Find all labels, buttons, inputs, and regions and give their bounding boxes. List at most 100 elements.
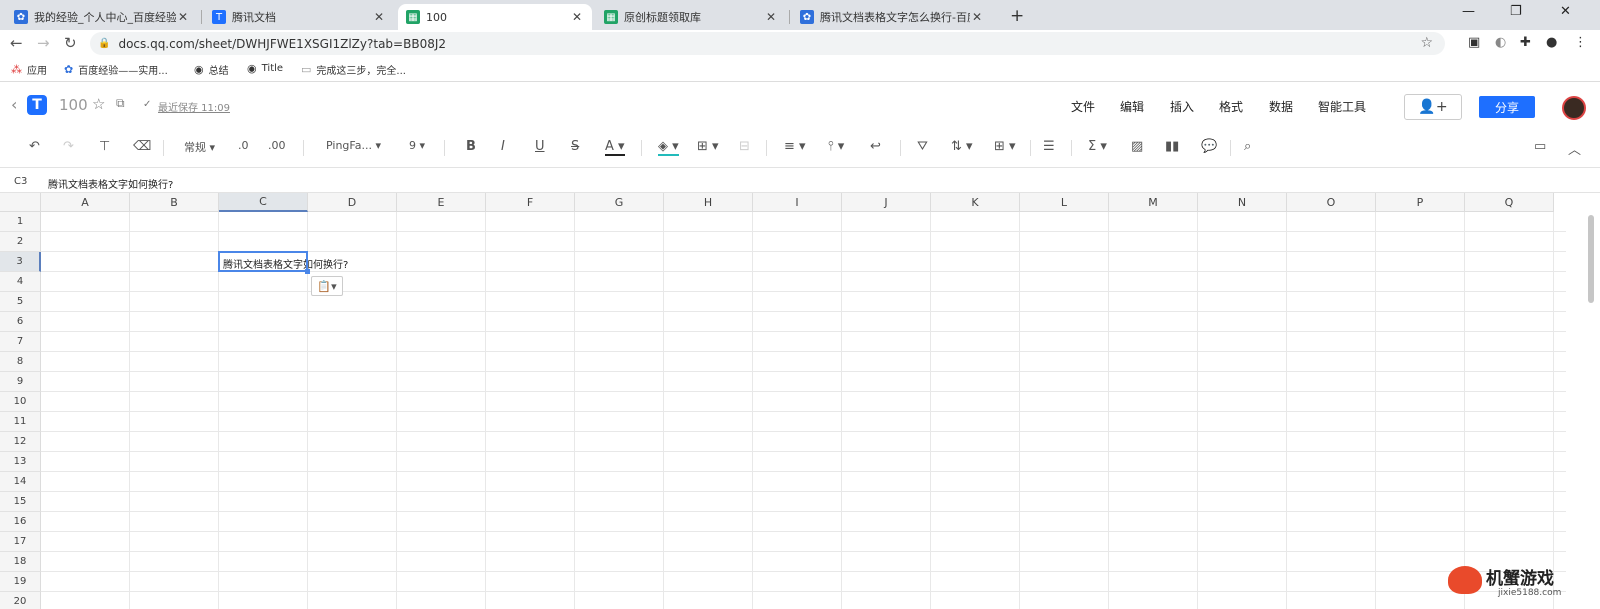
fill-color-icon[interactable]: ◈ ▾ xyxy=(658,139,679,156)
profile-icon[interactable]: ● xyxy=(1546,35,1557,50)
close-icon[interactable]: ✕ xyxy=(372,10,386,24)
column-header-p[interactable]: P xyxy=(1376,193,1465,212)
row-header-8[interactable]: 8 xyxy=(0,352,41,372)
browser-tab-baidu-search[interactable]: ✿ 腾讯文档表格文字怎么换行-百度 ✕ xyxy=(792,4,992,30)
spreadsheet-grid[interactable]: A B C D E F G H I J K L M N O P Q 1 2 3 4 5 6 7 8 9 10 11 12 13 14 15 16… xyxy=(0,193,1600,609)
column-header-n[interactable]: N xyxy=(1198,193,1287,212)
menu-smart-tools[interactable]: 智能工具 xyxy=(1318,98,1366,115)
reload-icon[interactable]: ↻ xyxy=(64,34,77,52)
row-header-4[interactable]: 4 xyxy=(0,272,41,292)
italic-icon[interactable]: I xyxy=(501,139,505,154)
row-header-13[interactable]: 13 xyxy=(0,452,41,472)
url-omnibox[interactable]: 🔒 docs.qq.com/sheet/DWHJFWE1XSGI1ZlZy?ta… xyxy=(90,32,1445,55)
column-header-m[interactable]: M xyxy=(1109,193,1198,212)
close-icon[interactable]: ✕ xyxy=(764,10,778,24)
column-header-i[interactable]: I xyxy=(753,193,842,212)
add-collaborator-button[interactable]: 👤+ xyxy=(1404,94,1462,120)
tencent-docs-logo[interactable]: T xyxy=(27,95,47,115)
browser-tab-tencent-docs[interactable]: T 腾讯文档 ✕ xyxy=(204,4,394,30)
column-header-f[interactable]: F xyxy=(486,193,575,212)
freeze-icon[interactable]: ⊞ ▾ xyxy=(994,139,1016,154)
close-icon[interactable]: ✕ xyxy=(570,10,584,24)
sort-icon[interactable]: ⇅ ▾ xyxy=(951,139,973,154)
bookmark-three-steps[interactable]: ▭ 完成这三步，完全... xyxy=(301,62,406,77)
select-all-corner[interactable] xyxy=(0,193,41,212)
row-header-10[interactable]: 10 xyxy=(0,392,41,412)
column-header-d[interactable]: D xyxy=(308,193,397,212)
new-tab-button[interactable]: + xyxy=(1010,6,1024,26)
back-arrow-icon[interactable]: ← xyxy=(10,34,23,52)
row-header-2[interactable]: 2 xyxy=(0,232,41,252)
clear-format-icon[interactable]: ⌫ xyxy=(133,139,151,154)
row-header-15[interactable]: 15 xyxy=(0,492,41,512)
horizontal-align-icon[interactable]: ≡ ▾ xyxy=(784,139,806,154)
menu-format[interactable]: 格式 xyxy=(1219,98,1243,115)
row-header-1[interactable]: 1 xyxy=(0,212,41,232)
extension-icon[interactable]: ▣ xyxy=(1468,35,1480,50)
text-color-icon[interactable]: A ▾ xyxy=(605,139,625,156)
bookmark-summary[interactable]: ◉ 总结 xyxy=(194,62,229,77)
menu-edit[interactable]: 编辑 xyxy=(1120,98,1144,115)
restore-icon[interactable]: ❐ xyxy=(1510,4,1522,19)
column-header-a[interactable]: A xyxy=(41,193,130,212)
bookmark-star-icon[interactable]: ☆ xyxy=(1420,35,1433,51)
number-format-dropdown[interactable]: 常规 ▾ xyxy=(184,139,215,155)
redo-icon[interactable]: ↷ xyxy=(63,139,74,154)
share-button[interactable]: 分享 xyxy=(1479,96,1535,118)
browser-tab-title-library[interactable]: ▦ 原创标题领取库 ✕ xyxy=(596,4,786,30)
merge-cells-icon[interactable]: ⊟ xyxy=(739,139,750,154)
puzzle-icon[interactable]: ✚ xyxy=(1520,35,1531,50)
bookmark-title[interactable]: ◉ Title xyxy=(247,62,283,75)
kebab-menu-icon[interactable]: ⋮ xyxy=(1574,35,1587,50)
wrap-text-icon[interactable]: ↩ xyxy=(870,139,881,154)
row-header-14[interactable]: 14 xyxy=(0,472,41,492)
bold-icon[interactable]: B xyxy=(466,139,476,154)
comment-icon[interactable]: 💬 xyxy=(1201,139,1217,154)
column-header-o[interactable]: O xyxy=(1287,193,1376,212)
row-header-9[interactable]: 9 xyxy=(0,372,41,392)
url-text[interactable]: docs.qq.com/sheet/DWHJFWE1XSGI1ZlZy?tab=… xyxy=(118,37,446,51)
conditional-format-icon[interactable]: ☰ xyxy=(1043,139,1055,154)
strikethrough-icon[interactable]: S xyxy=(571,139,579,154)
save-status[interactable]: 最近保存 11:09 xyxy=(158,99,230,114)
sum-icon[interactable]: Σ ▾ xyxy=(1088,139,1107,154)
underline-icon[interactable]: U xyxy=(535,139,545,154)
fill-handle[interactable] xyxy=(305,269,310,274)
chart-icon[interactable]: ▮▮ xyxy=(1165,139,1179,154)
row-header-16[interactable]: 16 xyxy=(0,512,41,532)
undo-icon[interactable]: ↶ xyxy=(29,139,40,154)
row-header-19[interactable]: 19 xyxy=(0,572,41,592)
column-header-q[interactable]: Q xyxy=(1465,193,1554,212)
row-header-12[interactable]: 12 xyxy=(0,432,41,452)
row-header-5[interactable]: 5 xyxy=(0,292,41,312)
window-close-icon[interactable]: ✕ xyxy=(1560,4,1571,19)
bookmark-apps[interactable]: ⁂ 应用 xyxy=(11,62,47,77)
close-icon[interactable]: ✕ xyxy=(176,10,190,24)
image-icon[interactable]: ▨ xyxy=(1131,139,1143,154)
column-header-j[interactable]: J xyxy=(842,193,931,212)
browser-tab-sheet-100[interactable]: ▦ 100 ✕ xyxy=(398,4,592,30)
doc-title[interactable]: 100 xyxy=(59,96,88,114)
sidebar-panel-icon[interactable]: ▭ xyxy=(1534,139,1546,154)
extension-icon[interactable]: ◐ xyxy=(1495,35,1506,50)
column-header-k[interactable]: K xyxy=(931,193,1020,212)
bookmark-baidu-experience[interactable]: ✿ 百度经验——实用... xyxy=(64,62,168,77)
back-chevron-icon[interactable]: ‹ xyxy=(11,95,17,114)
row-header-3[interactable]: 3 xyxy=(0,252,41,272)
font-family-dropdown[interactable]: PingFa... ▾ xyxy=(326,139,381,152)
folder-move-icon[interactable]: ⧉ xyxy=(116,96,125,111)
row-header-6[interactable]: 6 xyxy=(0,312,41,332)
increase-decimal-button[interactable]: .00 xyxy=(268,139,286,152)
find-replace-icon[interactable]: ⌕ xyxy=(1244,139,1251,154)
borders-icon[interactable]: ⊞ ▾ xyxy=(697,139,719,154)
vertical-scrollbar[interactable] xyxy=(1588,215,1594,303)
menu-data[interactable]: 数据 xyxy=(1269,98,1293,115)
row-header-20[interactable]: 20 xyxy=(0,592,41,609)
minimize-icon[interactable]: — xyxy=(1462,4,1475,19)
row-header-17[interactable]: 17 xyxy=(0,532,41,552)
row-header-11[interactable]: 11 xyxy=(0,412,41,432)
close-icon[interactable]: ✕ xyxy=(970,10,984,24)
filter-icon[interactable]: ⛛ xyxy=(917,139,928,154)
menu-insert[interactable]: 插入 xyxy=(1170,98,1194,115)
selected-cell-c3[interactable] xyxy=(218,251,308,272)
